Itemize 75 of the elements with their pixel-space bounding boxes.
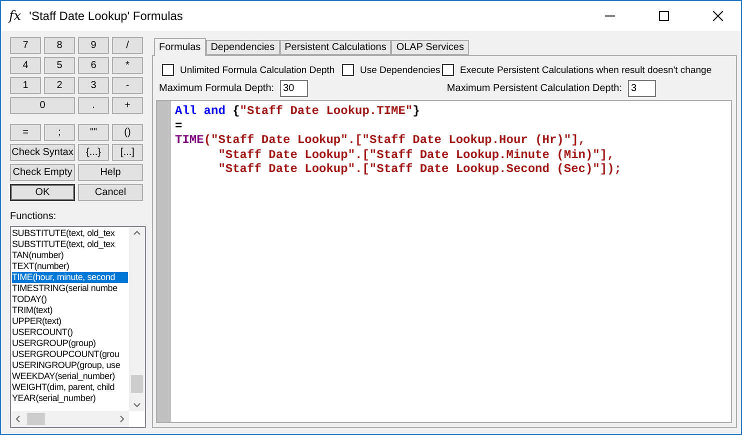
keypad-button[interactable]: 9 [78,37,109,54]
operator-button[interactable]: Help [78,164,143,181]
keypad-button[interactable]: 6 [78,57,109,74]
operator-button[interactable]: () [112,124,143,141]
operator-button[interactable]: "" [78,124,109,141]
operator-button[interactable]: ; [44,124,75,141]
keypad-button[interactable]: 5 [44,57,75,74]
function-item[interactable]: WEEKDAY(serial_number) [12,371,128,382]
code-line: All and {"Staff Date Lookup.TIME"} [175,104,421,118]
scroll-left-icon[interactable] [15,415,20,423]
field-label: Maximum Persistent Calculation Depth: [446,83,622,94]
scroll-down-icon[interactable] [133,403,141,408]
function-item[interactable]: UPPER(text) [12,316,128,327]
code-line: "Staff Date Lookup".["Staff Date Lookup.Minute (Min)"], [217,148,616,162]
code-line: = [175,118,184,133]
checkbox[interactable] [442,64,454,76]
checkbox[interactable] [162,64,174,76]
keypad-button[interactable]: 7 [10,37,41,54]
code-line: "Staff Date Lookup".["Staff Date Lookup.Second (Sec)"]); [217,162,622,176]
checkbox-label: Use Dependencies [360,64,440,76]
depth-input[interactable]: 3 [628,80,656,97]
keypad-button[interactable]: - [112,77,143,94]
operator-button[interactable]: [...] [112,144,143,161]
function-item[interactable]: USERINGROUP(group, use [12,360,128,371]
checkbox[interactable] [342,64,354,76]
operator-button[interactable]: OK [10,184,75,201]
operator-button[interactable]: Check Empty [10,164,75,181]
window-title: 'Staff Date Lookup' Formulas [29,9,184,23]
function-item[interactable]: TRIM(text) [12,305,128,316]
tab[interactable]: Formulas [154,38,206,56]
app-icon: fx [9,8,22,24]
function-item[interactable]: TIMESTRING(serial numbe [12,283,128,294]
field-label: Maximum Formula Depth: [159,83,274,94]
function-item[interactable]: TODAY() [12,294,128,305]
code-line: TIME("Staff Date Lookup".["Staff Date Lookup.Hour (Hr)"], [175,133,586,148]
function-item[interactable]: WEIGHT(dim, parent, child [12,382,128,393]
function-item[interactable]: USERGROUP(group) [12,338,128,349]
checkbox-label: Execute Persistent Calculations when result doesn't change [460,64,712,76]
scrollbar-thumb[interactable] [131,375,143,393]
operator-button[interactable]: Check Syntax [10,144,75,161]
formula-editor[interactable] [156,100,732,423]
function-item[interactable]: YEAR(serial_number) [12,393,128,404]
function-item[interactable]: TAN(number) [12,250,128,261]
functions-label: Functions: [10,211,58,222]
operator-button[interactable]: Cancel [78,184,143,201]
function-item[interactable]: USERCOUNT() [12,327,128,338]
keypad-button[interactable]: 3 [78,77,109,94]
tab[interactable]: Dependencies [206,40,280,55]
depth-input[interactable]: 30 [280,80,308,97]
maximize-icon[interactable] [659,11,669,21]
keypad-button[interactable]: * [112,57,143,74]
keypad-button[interactable]: 8 [44,37,75,54]
function-item[interactable]: USERGROUPCOUNT(grou [12,349,128,360]
operator-button[interactable]: {...} [78,144,109,161]
close-icon[interactable] [713,11,723,21]
checkbox-label: Unlimited Formula Calculation Depth [180,64,335,76]
function-item[interactable]: SUBSTITUTE(text, old_tex [12,228,128,239]
tab[interactable]: OLAP Services [391,40,469,55]
scrollbar-thumb[interactable] [27,413,45,425]
operator-button[interactable]: = [10,124,41,141]
keypad-button[interactable]: 1 [10,77,41,94]
function-item[interactable]: TEXT(number) [12,261,128,272]
keypad-button[interactable]: + [112,97,143,114]
keypad-button[interactable]: 0 [10,97,75,114]
keypad-button[interactable]: . [78,97,109,114]
functions-list[interactable] [10,226,146,428]
tab[interactable]: Persistent Calculations [280,40,392,55]
scroll-right-icon[interactable] [120,415,125,423]
keypad-button[interactable]: 4 [10,57,41,74]
keypad-button[interactable]: 2 [44,77,75,94]
function-item[interactable]: SUBSTITUTE(text, old_tex [12,239,128,250]
function-item[interactable]: TIME(hour, minute, second [12,272,128,283]
scroll-up-icon[interactable] [133,230,141,235]
keypad-button[interactable]: / [112,37,143,54]
minimize-icon[interactable] [605,15,615,17]
